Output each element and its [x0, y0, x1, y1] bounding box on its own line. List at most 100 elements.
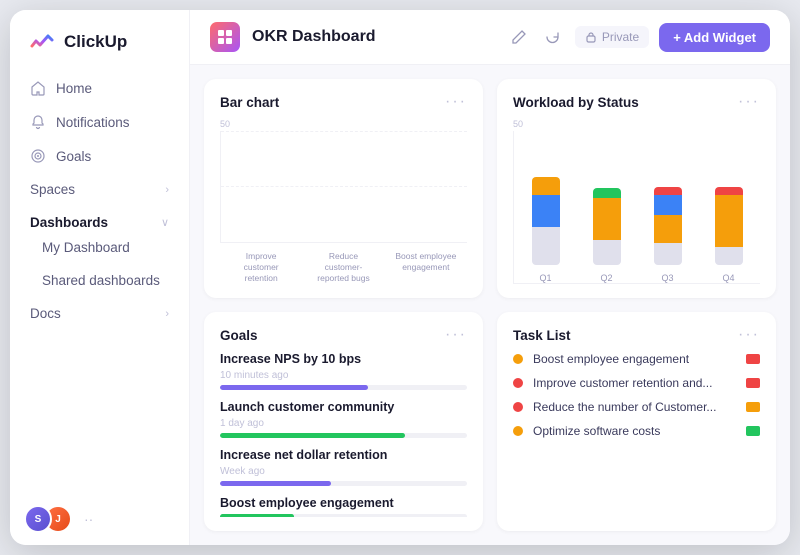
stack-bars-q2 [593, 188, 621, 265]
stack-q1-seg2 [532, 195, 560, 227]
sidebar-item-goals[interactable]: Goals [20, 140, 179, 172]
sidebar-item-notifications-label: Notifications [56, 115, 130, 130]
task-dot-2 [513, 378, 523, 388]
sidebar-item-home[interactable]: Home [20, 72, 179, 104]
stack-q3-label: Q3 [661, 273, 673, 283]
topbar-actions: Private + Add Widget [507, 23, 770, 52]
topbar: OKR Dashboard [190, 10, 790, 65]
more-options-icon[interactable]: ·· [84, 511, 93, 527]
task-item-2: Improve customer retention and... [513, 376, 760, 390]
goal-bar-fill-4 [220, 514, 294, 517]
main-content: OKR Dashboard [190, 10, 790, 545]
stack-q1-seg1 [532, 227, 560, 265]
chevron-down-icon: ∨ [161, 216, 169, 229]
workload-title: Workload by Status [513, 95, 639, 110]
pencil-icon [511, 29, 527, 45]
goal-bar-track-3 [220, 481, 467, 486]
dashboards-label: Dashboards [30, 215, 108, 230]
chart-body [220, 131, 467, 243]
bell-icon [30, 114, 46, 130]
refresh-button[interactable] [541, 25, 565, 49]
sidebar-footer: S J ·· [10, 493, 189, 545]
task-list-menu[interactable]: ··· [738, 326, 760, 344]
task-list-title: Task List [513, 328, 571, 343]
stack-q4: Q4 [707, 187, 750, 283]
sidebar-item-home-label: Home [56, 81, 92, 96]
workload-menu[interactable]: ··· [738, 93, 760, 111]
logo-text: ClickUp [64, 32, 127, 52]
lock-icon [585, 31, 597, 43]
goal-time-3: Week ago [220, 466, 467, 477]
stack-q1: Q1 [524, 177, 567, 283]
bar-chart-header: Bar chart ··· [220, 93, 467, 111]
edit-button[interactable] [507, 25, 531, 49]
private-badge: Private [575, 26, 649, 48]
stack-q3: Q3 [646, 187, 689, 283]
goals-menu[interactable]: ··· [445, 326, 467, 344]
app-wrapper: ClickUp Home Notifications [10, 10, 790, 545]
stack-bars-q1 [532, 177, 560, 265]
dashboard-grid: Bar chart ··· 50 [190, 65, 790, 545]
stack-q2-label: Q2 [600, 273, 612, 283]
stack-q4-seg3 [715, 187, 743, 195]
goal-name-1: Increase NPS by 10 bps [220, 352, 467, 366]
task-list-card: Task List ··· Boost employee engagement … [497, 312, 776, 531]
task-name-2: Improve customer retention and... [533, 376, 736, 390]
goal-item-2: Launch customer community 1 day ago [220, 400, 467, 438]
bar-labels: Improve customerretention Reduce custome… [220, 243, 467, 284]
grid-icon [217, 29, 233, 45]
task-name-4: Optimize software costs [533, 424, 736, 438]
gridline-top [221, 131, 467, 132]
chevron-right-icon: › [165, 184, 169, 196]
goal-item-3: Increase net dollar retention Week ago [220, 448, 467, 486]
y-axis-max: 50 [220, 119, 467, 129]
goal-bar-track-4 [220, 514, 467, 517]
stack-q3-seg1 [654, 243, 682, 265]
workload-chart-area: 50 Q1 [513, 119, 760, 284]
task-dot-4 [513, 426, 523, 436]
goal-bar-fill-1 [220, 385, 368, 390]
task-dot-1 [513, 354, 523, 364]
sidebar-item-my-dashboard[interactable]: My Dashboard [20, 232, 179, 263]
sidebar-item-docs[interactable]: Docs › [20, 298, 179, 329]
chevron-right-icon-docs: › [165, 308, 169, 320]
goal-bar-fill-3 [220, 481, 331, 486]
goal-item-4: Boost employee engagement [220, 496, 467, 517]
home-icon [30, 80, 46, 96]
stack-q2-seg1 [593, 240, 621, 265]
gridline-mid [221, 186, 467, 187]
goal-bar-track-1 [220, 385, 467, 390]
goals-header: Goals ··· [220, 326, 467, 344]
avatar-1: S [24, 505, 52, 533]
goal-name-4: Boost employee engagement [220, 496, 467, 510]
goal-name-3: Increase net dollar retention [220, 448, 467, 462]
goal-item-1: Increase NPS by 10 bps 10 minutes ago [220, 352, 467, 390]
stack-q4-seg1 [715, 247, 743, 265]
sidebar-item-spaces[interactable]: Spaces › [20, 174, 179, 205]
sidebar-item-notifications[interactable]: Notifications [20, 106, 179, 138]
stack-q1-label: Q1 [539, 273, 551, 283]
add-widget-button[interactable]: + Add Widget [659, 23, 770, 52]
task-flag-3 [746, 402, 760, 412]
bar-label-2: Reduce customer-reported bugs [312, 251, 374, 284]
shared-dashboards-label: Shared dashboards [42, 273, 160, 288]
task-item-4: Optimize software costs [513, 424, 760, 438]
workload-card: Workload by Status ··· 50 Q1 [497, 79, 776, 298]
bar-label-3: Boost employeeengagement [395, 251, 457, 284]
goals-card-title: Goals [220, 328, 258, 343]
stack-q2-seg3 [593, 188, 621, 198]
workload-y-max: 50 [513, 119, 760, 129]
avatar-group: S J [24, 505, 72, 533]
bar-chart-menu[interactable]: ··· [445, 93, 467, 111]
bar-chart-title: Bar chart [220, 95, 279, 110]
stack-q1-seg3 [532, 177, 560, 195]
stack-q3-seg4 [654, 187, 682, 195]
goal-bar-fill-2 [220, 433, 405, 438]
stack-q4-label: Q4 [722, 273, 734, 283]
task-flag-4 [746, 426, 760, 436]
stack-bars-q3 [654, 187, 682, 265]
sidebar-item-shared-dashboards[interactable]: Shared dashboards [20, 265, 179, 296]
goals-card: Goals ··· Increase NPS by 10 bps 10 minu… [204, 312, 483, 531]
sidebar-item-dashboards[interactable]: Dashboards ∨ [30, 215, 169, 230]
private-label: Private [602, 30, 639, 44]
